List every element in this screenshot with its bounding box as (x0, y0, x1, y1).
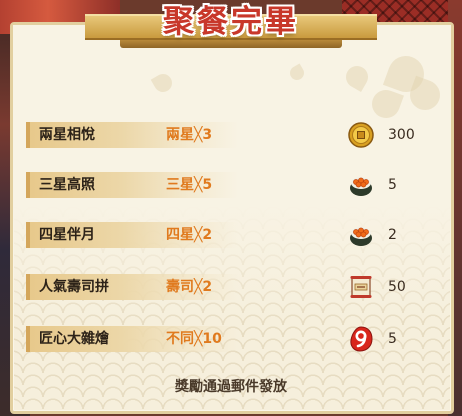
reward-requirement: 三星╳5 (166, 177, 213, 193)
reward-row-two-star: 兩星相悅 兩星╳3 300 (26, 118, 426, 152)
reward-name: 兩星相悅 (39, 127, 95, 143)
reward-name: 人氣壽司拼 (39, 279, 109, 295)
number-nine-badge-icon (350, 326, 373, 352)
reward-name: 匠心大雜燴 (39, 331, 109, 347)
mail-delivery-note: 獎勵通過郵件發放 (175, 379, 287, 395)
reward-requirement: 壽司╳2 (166, 279, 213, 295)
reward-count: 5 (388, 331, 397, 347)
reward-requirement: 四星╳2 (166, 227, 213, 243)
reward-row-three-star: 三星高照 三星╳5 5 (26, 168, 426, 202)
reward-count: 300 (388, 127, 415, 143)
reward-row-sushi-platter: 人氣壽司拼 壽司╳2 50 (26, 270, 426, 304)
salmon-roe-sushi-icon (350, 227, 372, 246)
reward-row-four-star: 四星伴月 四星╳2 2 (26, 218, 426, 252)
reward-count: 2 (388, 227, 397, 243)
reward-requirement: 不同╳10 (166, 331, 222, 347)
reward-name: 三星高照 (39, 177, 95, 193)
page-title: 聚餐完畢 (163, 4, 299, 40)
reward-count: 5 (388, 177, 397, 193)
reward-count: 50 (388, 279, 406, 295)
reward-requirement: 兩星╳3 (166, 127, 213, 143)
reward-row-master-medley: 匠心大雜燴 不同╳10 5 (26, 322, 426, 356)
scroll-ticket-icon (350, 276, 372, 298)
salmon-roe-sushi-icon (350, 177, 372, 196)
gold-coin-icon (348, 122, 374, 148)
reward-name: 四星伴月 (39, 227, 95, 243)
